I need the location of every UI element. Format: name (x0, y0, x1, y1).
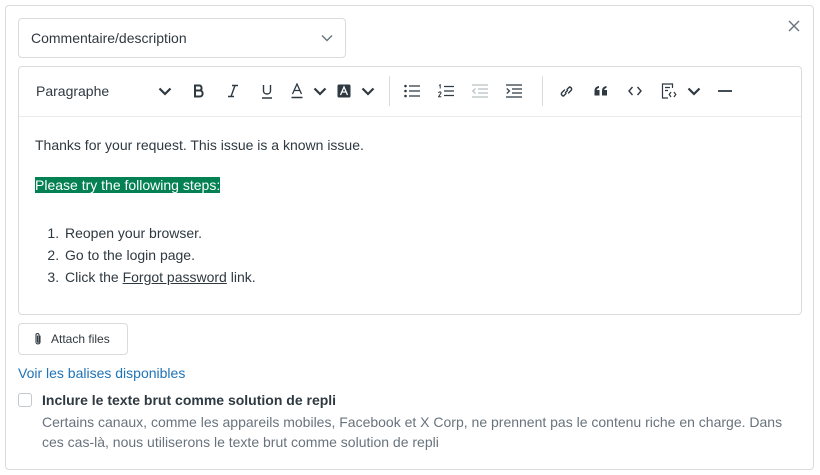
code-icon (628, 86, 642, 96)
quote-icon (594, 86, 607, 96)
attach-files-button[interactable]: Attach files (18, 323, 128, 355)
steps-list: Reopen your browser. Go to the login pag… (35, 222, 785, 288)
indent-icon (506, 84, 522, 98)
link-button[interactable] (556, 79, 576, 103)
attach-files-label: Attach files (51, 332, 110, 346)
italic-icon (228, 84, 238, 98)
toolbar-divider (542, 76, 543, 106)
forgot-password-link[interactable]: Forgot password (123, 269, 227, 285)
step-text-suffix: link. (226, 269, 256, 285)
numbered-list-button[interactable] (436, 79, 456, 103)
highlighted-text: Please try the following steps: (35, 177, 221, 193)
chevron-down-icon (687, 87, 701, 96)
bold-icon (194, 84, 204, 98)
outdent-icon (472, 84, 488, 98)
editor-content[interactable]: Thanks for your request. This issue is a… (19, 117, 801, 288)
underline-button[interactable] (257, 79, 277, 103)
close-button[interactable] (785, 17, 803, 35)
message-line: Thanks for your request. This issue is a… (35, 137, 364, 153)
list-item: Reopen your browser. (63, 222, 785, 244)
chevron-down-icon (158, 87, 172, 96)
outdent-button[interactable] (470, 79, 490, 103)
fallback-hint: Certains canaux, comme les appareils mob… (42, 414, 783, 450)
bold-button[interactable] (189, 79, 209, 103)
italic-button[interactable] (223, 79, 243, 103)
comment-type-select[interactable]: Commentaire/description (18, 18, 346, 58)
list-item: Go to the login page. (63, 244, 785, 266)
paragraph-style-chevron[interactable] (155, 79, 175, 103)
underline-icon (262, 84, 272, 99)
numbered-list-icon (438, 84, 454, 98)
code-block-button[interactable] (659, 79, 679, 103)
close-icon (788, 20, 800, 32)
horizontal-rule-button[interactable] (715, 79, 735, 103)
quote-button[interactable] (591, 79, 611, 103)
bulleted-list-button[interactable] (402, 79, 422, 103)
chevron-down-icon (361, 87, 375, 96)
step-text-prefix: Click the (65, 269, 123, 285)
code-button[interactable] (625, 79, 645, 103)
fallback-checkbox-label: Inclure le texte brut comme solution de … (42, 392, 337, 408)
comment-type-value: Commentaire/description (31, 30, 187, 46)
text-color-button[interactable] (287, 79, 307, 103)
horizontal-rule-icon (718, 90, 732, 92)
code-block-icon (661, 83, 677, 99)
toolbar-divider (389, 76, 390, 106)
step-text: Reopen your browser. (65, 225, 202, 241)
chevron-down-icon (313, 87, 327, 96)
view-placeholders-link[interactable]: Voir les balises disponibles (18, 365, 185, 381)
background-color-button[interactable] (334, 79, 354, 103)
paragraph-style-label: Paragraphe (36, 83, 110, 99)
list-item: Click the Forgot password link. (63, 266, 785, 288)
paperclip-icon (35, 332, 41, 345)
fallback-checkbox[interactable] (18, 393, 32, 407)
chevron-down-icon (321, 34, 333, 42)
bulleted-list-icon (404, 84, 420, 98)
text-color-chevron[interactable] (311, 79, 329, 103)
background-color-icon (337, 84, 351, 98)
background-color-chevron[interactable] (359, 79, 377, 103)
rich-text-editor: Paragraphe Thanks for your request. This… (18, 66, 802, 315)
step-text: Go to the login page. (65, 247, 195, 263)
link-icon (560, 85, 572, 97)
indent-button[interactable] (504, 79, 524, 103)
code-block-chevron[interactable] (685, 79, 703, 103)
text-color-icon (291, 83, 303, 99)
editor-toolbar: Paragraphe (19, 67, 801, 117)
